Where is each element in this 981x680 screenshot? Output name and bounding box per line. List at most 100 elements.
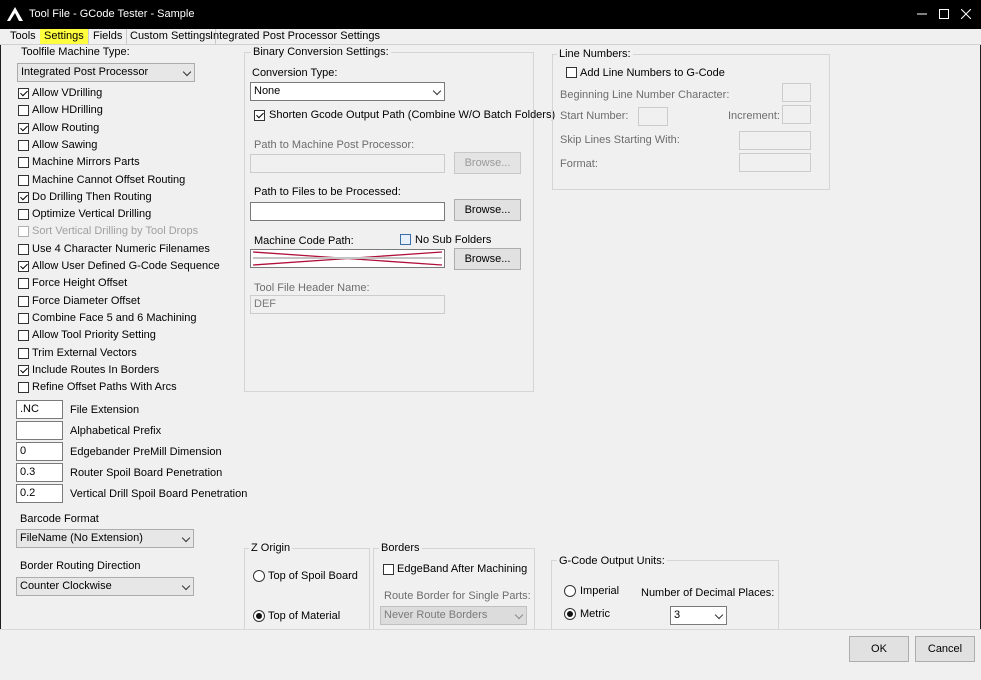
checkbox[interactable] bbox=[18, 140, 29, 151]
tab-integrated-post-processor-settings[interactable]: Integrated Post Processor Settings bbox=[206, 29, 384, 44]
checkbox[interactable] bbox=[18, 261, 29, 272]
checkbox[interactable] bbox=[18, 175, 29, 186]
gcode-output-units-title: G-Code Output Units: bbox=[557, 555, 667, 567]
maximize-icon[interactable] bbox=[933, 4, 955, 26]
title-bar: Tool File - GCode Tester - Sample bbox=[0, 0, 981, 29]
increment-input bbox=[782, 105, 811, 124]
checkbox-label: Allow Routing bbox=[32, 122, 100, 134]
chevron-down-icon bbox=[181, 581, 191, 591]
checkbox[interactable] bbox=[18, 157, 29, 168]
checkbox bbox=[18, 226, 29, 237]
skip-lines-label: Skip Lines Starting With: bbox=[560, 134, 680, 146]
metric-label: Metric bbox=[580, 608, 610, 620]
checkbox[interactable] bbox=[18, 313, 29, 324]
route-border-label: Route Border for Single Parts: bbox=[384, 590, 531, 602]
header-name-label: Tool File Header Name: bbox=[254, 282, 370, 294]
checkbox[interactable] bbox=[18, 105, 29, 116]
borders-title: Borders bbox=[379, 542, 422, 554]
no-sub-folders-checkbox[interactable] bbox=[400, 234, 411, 245]
field-label: Vertical Drill Spoil Board Penetration bbox=[70, 488, 248, 500]
imperial-radio[interactable] bbox=[564, 585, 576, 597]
checkbox-label: Do Drilling Then Routing bbox=[32, 191, 152, 203]
route-border-select: Never Route Borders bbox=[380, 606, 527, 625]
field-input[interactable]: 0 bbox=[16, 442, 63, 461]
edgeband-after-machining-checkbox[interactable] bbox=[383, 564, 394, 575]
machine-type-label: Toolfile Machine Type: bbox=[21, 46, 130, 58]
field-input[interactable]: 0.3 bbox=[16, 463, 63, 482]
top-of-spoil-board-radio[interactable] bbox=[253, 570, 265, 582]
field-input[interactable] bbox=[16, 421, 63, 440]
ok-button[interactable]: OK bbox=[849, 636, 909, 662]
conversion-type-label: Conversion Type: bbox=[252, 67, 338, 79]
field-label: Edgebander PreMill Dimension bbox=[70, 446, 222, 458]
tab-custom-settings[interactable]: Custom Settings bbox=[126, 29, 216, 44]
post-processor-path-label: Path to Machine Post Processor: bbox=[254, 139, 415, 151]
field-input[interactable]: .NC bbox=[16, 400, 63, 419]
start-number-input bbox=[638, 107, 668, 126]
conversion-type-select[interactable]: None bbox=[250, 82, 445, 101]
checkbox[interactable] bbox=[18, 365, 29, 376]
barcode-format-label: Barcode Format bbox=[20, 513, 99, 525]
decimal-places-label: Number of Decimal Places: bbox=[641, 587, 775, 599]
checkbox[interactable] bbox=[18, 88, 29, 99]
machine-code-path-label: Machine Code Path: bbox=[254, 235, 354, 247]
cancel-button[interactable]: Cancel bbox=[915, 636, 975, 662]
window-title: Tool File - GCode Tester - Sample bbox=[29, 8, 195, 20]
border-routing-select[interactable]: Counter Clockwise bbox=[16, 577, 194, 596]
z-origin-group bbox=[244, 548, 370, 636]
checkbox-label: Allow Sawing bbox=[32, 139, 98, 151]
checkbox[interactable] bbox=[18, 296, 29, 307]
minimize-icon[interactable] bbox=[911, 4, 933, 26]
app-logo-icon bbox=[7, 7, 23, 21]
machine-code-path-input[interactable] bbox=[250, 249, 445, 268]
checkbox-label: Refine Offset Paths With Arcs bbox=[32, 381, 177, 393]
metric-radio[interactable] bbox=[564, 608, 576, 620]
close-icon[interactable] bbox=[955, 4, 977, 26]
chevron-down-icon bbox=[181, 533, 191, 543]
checkbox[interactable] bbox=[18, 382, 29, 393]
dialog-footer: OK Cancel bbox=[0, 629, 981, 680]
checkbox[interactable] bbox=[18, 192, 29, 203]
machine-code-browse-button[interactable]: Browse... bbox=[454, 248, 521, 270]
increment-label: Increment: bbox=[728, 110, 780, 122]
beginning-character-label: Beginning Line Number Character: bbox=[560, 89, 730, 101]
checkbox-label: Allow Tool Priority Setting bbox=[32, 329, 156, 341]
tab-settings[interactable]: Settings bbox=[40, 29, 89, 44]
field-label: Alphabetical Prefix bbox=[70, 425, 162, 437]
top-of-spoil-board-label: Top of Spoil Board bbox=[268, 570, 358, 582]
shorten-gcode-checkbox[interactable] bbox=[254, 110, 265, 121]
top-of-material-label: Top of Material bbox=[268, 610, 341, 622]
beginning-character-input bbox=[782, 83, 811, 102]
field-input[interactable]: 0.2 bbox=[16, 484, 63, 503]
checkbox-label: Sort Vertical Drilling by Tool Drops bbox=[32, 225, 199, 237]
decimal-places-select[interactable]: 3 bbox=[670, 606, 727, 625]
files-path-label: Path to Files to be Processed: bbox=[254, 186, 401, 198]
checkbox[interactable] bbox=[18, 348, 29, 359]
checkbox[interactable] bbox=[18, 330, 29, 341]
files-browse-button[interactable]: Browse... bbox=[454, 199, 521, 221]
shorten-gcode-label: Shorten Gcode Output Path (Combine W/O B… bbox=[269, 109, 556, 121]
machine-type-select[interactable]: Integrated Post Processor bbox=[17, 63, 195, 82]
checkbox-label: Machine Cannot Offset Routing bbox=[32, 174, 186, 186]
skip-lines-input bbox=[739, 131, 811, 150]
binary-conversion-group bbox=[244, 52, 534, 392]
barcode-format-select[interactable]: FileName (No Extension) bbox=[16, 529, 194, 548]
checkbox[interactable] bbox=[18, 244, 29, 255]
add-line-numbers-label: Add Line Numbers to G-Code bbox=[580, 67, 725, 79]
binary-conversion-title: Binary Conversion Settings: bbox=[251, 46, 391, 58]
checkbox-label: Use 4 Character Numeric Filenames bbox=[32, 243, 210, 255]
top-of-material-radio[interactable] bbox=[253, 610, 265, 622]
checkbox-label: Optimize Vertical Drilling bbox=[32, 208, 152, 220]
checkbox[interactable] bbox=[18, 123, 29, 134]
route-border-value: Never Route Borders bbox=[384, 609, 488, 621]
checkbox[interactable] bbox=[18, 278, 29, 289]
no-sub-folders-label: No Sub Folders bbox=[415, 234, 492, 246]
files-path-input[interactable] bbox=[250, 202, 445, 221]
tab-fields[interactable]: Fields bbox=[89, 29, 128, 44]
header-name-input: DEF bbox=[250, 295, 445, 314]
post-processor-path-input bbox=[250, 154, 445, 173]
format-input bbox=[739, 153, 811, 172]
tab-tools[interactable]: Tools bbox=[6, 29, 41, 44]
checkbox[interactable] bbox=[18, 209, 29, 220]
add-line-numbers-checkbox[interactable] bbox=[566, 67, 577, 78]
